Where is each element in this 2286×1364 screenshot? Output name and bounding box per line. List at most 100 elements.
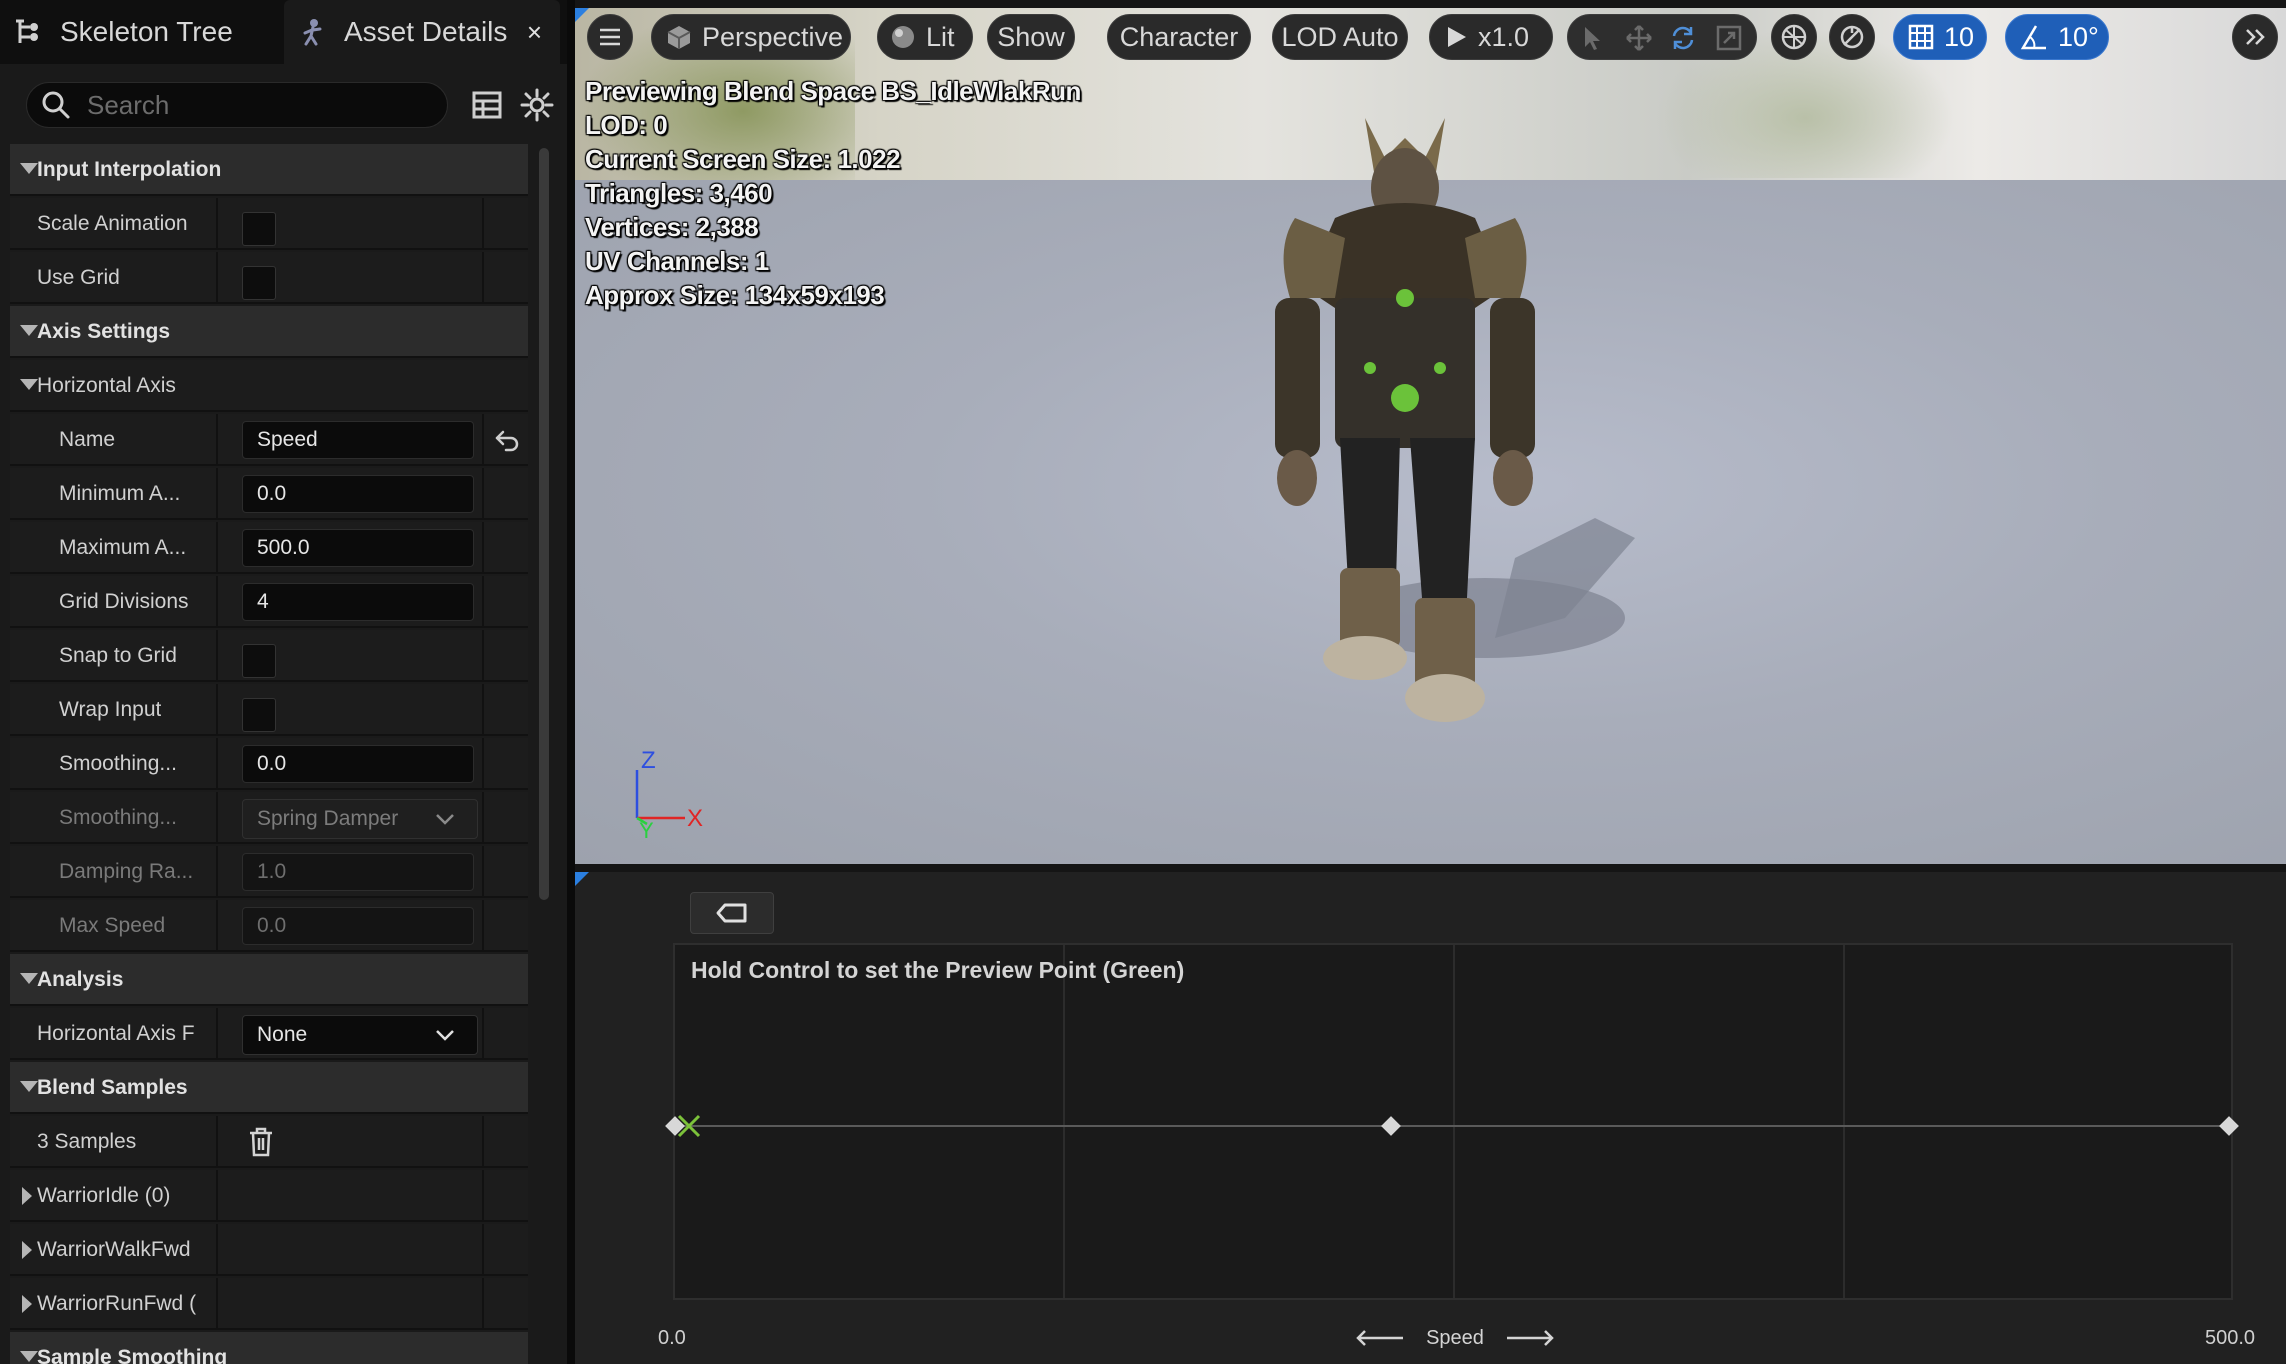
transform-tools-group	[1567, 14, 1757, 60]
category-blend-samples[interactable]: Blend Samples	[10, 1062, 528, 1114]
axis-name-indicator: Speed	[1355, 1321, 1555, 1355]
category-sample-smoothing[interactable]: Sample Smoothing	[10, 1332, 528, 1364]
lit-button[interactable]: Lit	[877, 14, 973, 60]
lighting-sphere-icon	[892, 26, 914, 48]
search-box[interactable]	[26, 82, 448, 128]
axis-name-field[interactable]: Speed	[242, 421, 474, 459]
property-grid-divisions: Grid Divisions 4	[10, 576, 528, 628]
grid-line	[1843, 945, 1845, 1298]
property-minimum-axis-value: Minimum A... 0.0	[10, 468, 528, 520]
viewport-menu-button[interactable]	[587, 14, 633, 60]
maximum-axis-value-field[interactable]: 500.0	[242, 529, 474, 567]
category-label: Blend Samples	[37, 1076, 188, 1099]
preview-viewport[interactable]: Perspective Lit Show Character LOD Auto …	[575, 8, 2286, 864]
rotation-snap-value: 10°	[2058, 21, 2099, 52]
smoothing-type-dropdown[interactable]: Spring Damper	[242, 799, 478, 839]
property-label: Smoothing...	[59, 752, 177, 775]
panel-splitter[interactable]	[567, 0, 575, 1364]
blend-sample-item[interactable]: WarriorWalkFwd	[10, 1224, 528, 1276]
property-label: Snap to Grid	[59, 644, 177, 667]
lit-label: Lit	[926, 21, 955, 52]
world-local-toggle[interactable]	[1771, 14, 1817, 60]
chevron-down-icon	[436, 1030, 454, 1041]
character-button[interactable]: Character	[1107, 14, 1251, 60]
tab-skeleton-tree-label: Skeleton Tree	[60, 16, 233, 47]
panel-tab-bar: Skeleton Tree Asset Details ×	[0, 0, 567, 64]
blend-space-options-button[interactable]	[690, 892, 774, 934]
perspective-label: Perspective	[702, 21, 844, 52]
max-speed-field[interactable]: 0.0	[242, 907, 474, 945]
sample-label: WarriorWalkFwd	[37, 1238, 191, 1261]
preview-point-hint: Hold Control to set the Preview Point (G…	[691, 957, 1185, 983]
blend-sample-point[interactable]	[1380, 1116, 1401, 1136]
property-axis-name: Name Speed	[10, 414, 528, 466]
rotation-snap-button[interactable]: 10°	[2005, 14, 2109, 60]
property-sample-count: 3 Samples	[10, 1116, 528, 1168]
scale-animation-checkbox[interactable]	[242, 212, 276, 246]
search-input[interactable]	[85, 88, 425, 122]
play-icon	[1448, 27, 1466, 47]
collapse-arrow-icon	[20, 163, 38, 174]
property-label: Scale Animation	[37, 212, 188, 235]
property-label: Smoothing...	[59, 806, 177, 829]
group-label: Horizontal Axis	[37, 374, 176, 397]
collapse-arrow-icon	[20, 325, 38, 336]
property-label: Damping Ra...	[59, 860, 194, 883]
reset-to-default-icon[interactable]	[494, 428, 520, 452]
character-label: Character	[1119, 21, 1239, 52]
collapse-arrow-icon	[20, 973, 38, 984]
blend-space-editor: Hold Control to set the Preview Point (G…	[575, 872, 2286, 1364]
show-button[interactable]: Show	[987, 14, 1075, 60]
sample-label: WarriorRunFwd (	[37, 1292, 197, 1315]
snap-to-grid-checkbox[interactable]	[242, 644, 276, 678]
close-tab-icon[interactable]: ×	[527, 17, 542, 48]
tab-skeleton-tree[interactable]: Skeleton Tree	[0, 0, 282, 64]
property-use-grid: Use Grid	[10, 252, 528, 304]
category-axis-settings[interactable]: Axis Settings	[10, 306, 528, 358]
surface-snapping-button[interactable]	[1829, 14, 1875, 60]
blend-sample-point[interactable]	[2219, 1116, 2239, 1136]
property-max-speed: Max Speed 0.0	[10, 900, 528, 952]
group-horizontal-axis[interactable]: Horizontal Axis	[10, 360, 528, 412]
stat-uv-channels: UV Channels: 1	[585, 246, 769, 276]
tab-asset-details[interactable]: Asset Details ×	[284, 0, 560, 64]
wrap-input-checkbox[interactable]	[242, 698, 276, 732]
select-arrow-icon[interactable]	[1582, 25, 1604, 51]
horizontal-axis-function-dropdown[interactable]: None	[242, 1015, 478, 1055]
category-analysis[interactable]: Analysis	[10, 954, 528, 1006]
playback-speed-button[interactable]: x1.0	[1429, 14, 1553, 60]
blend-space-grid[interactable]: Hold Control to set the Preview Point (G…	[665, 943, 2239, 1300]
translate-icon[interactable]	[1626, 25, 1652, 51]
blend-sample-item[interactable]: WarriorRunFwd (	[10, 1278, 528, 1330]
grid-snap-button[interactable]: 10	[1893, 14, 1987, 60]
arrow-right-icon	[1507, 1330, 1554, 1346]
tag-icon	[716, 903, 747, 923]
details-scrollbar[interactable]	[537, 144, 551, 904]
property-wrap-input: Wrap Input	[10, 684, 528, 736]
trash-icon[interactable]	[248, 1127, 274, 1157]
scale-icon[interactable]	[1716, 25, 1742, 51]
perspective-button[interactable]: Perspective	[651, 14, 851, 60]
blend-sample-item[interactable]: WarriorIdle (0)	[10, 1170, 528, 1222]
chevron-down-icon	[436, 814, 454, 825]
stat-lod: LOD: 0	[585, 110, 668, 140]
use-grid-checkbox[interactable]	[242, 266, 276, 300]
property-label: 3 Samples	[37, 1130, 137, 1153]
skeleton-tree-icon	[14, 17, 44, 47]
preview-point-marker[interactable]	[675, 1112, 703, 1140]
axis-x-label: X	[687, 805, 703, 832]
smoothing-time-field[interactable]: 0.0	[242, 745, 474, 783]
axis-z-label: Z	[641, 748, 656, 774]
damping-ratio-field[interactable]: 1.0	[242, 853, 474, 891]
cube-icon	[667, 26, 691, 49]
table-view-icon[interactable]	[472, 90, 502, 120]
category-input-interpolation[interactable]: Input Interpolation	[10, 144, 528, 196]
grid-divisions-field[interactable]: 4	[242, 583, 474, 621]
lod-button[interactable]: LOD Auto	[1272, 14, 1408, 60]
minimum-axis-value-field[interactable]: 0.0	[242, 475, 474, 513]
gear-icon[interactable]	[520, 88, 554, 122]
animation-asset-icon	[298, 17, 328, 47]
toolbar-overflow-button[interactable]	[2232, 14, 2278, 60]
rotate-icon[interactable]	[1670, 25, 1696, 51]
scrollbar-thumb[interactable]	[539, 148, 549, 900]
